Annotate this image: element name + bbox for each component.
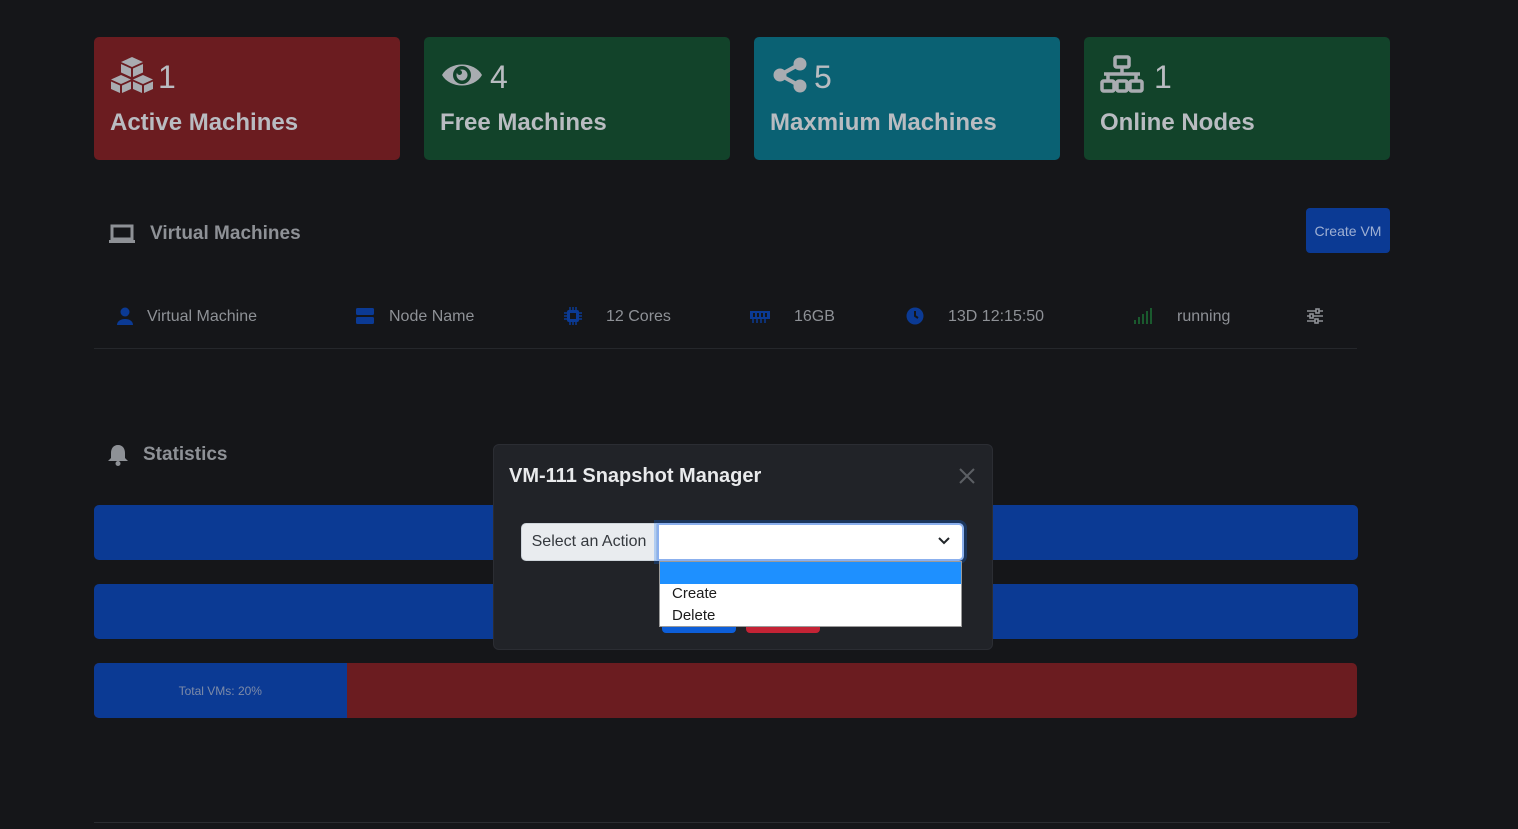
maximum-machines-label: Maxmium Machines <box>770 109 997 136</box>
vm-uptime: 13D 12:15:50 <box>948 308 1045 325</box>
vm-status: running <box>1177 308 1231 325</box>
option-create[interactable]: Create <box>660 583 961 605</box>
modal-title: VM-111 Snapshot Manager <box>509 465 762 487</box>
cpu-icon <box>564 307 582 325</box>
total-vms-progress-fill: Total VMs: 20% <box>94 663 347 718</box>
memory-icon <box>750 311 770 323</box>
vm-cores: 12 Cores <box>606 308 671 325</box>
user-icon <box>117 307 133 325</box>
cubes-icon <box>111 57 153 93</box>
bell-icon <box>108 445 128 466</box>
statistics-title: Statistics <box>143 444 228 465</box>
stat-card-active-machines: 1 Active Machines <box>94 37 400 160</box>
maximum-machines-count: 5 <box>814 59 832 95</box>
stat-card-online-nodes: 1 Online Nodes <box>1084 37 1390 160</box>
action-select-options: Create Delete <box>659 561 962 627</box>
row-divider <box>94 348 1357 349</box>
vm-node-name: Node Name <box>389 308 475 325</box>
total-vms-label: Total VMs: 20% <box>178 683 262 698</box>
create-vm-button[interactable]: Create VM <box>1306 208 1390 253</box>
signal-icon <box>1134 308 1152 324</box>
option-delete[interactable]: Delete <box>660 605 961 627</box>
clock-icon <box>906 307 924 325</box>
free-machines-count: 4 <box>490 59 508 95</box>
action-select[interactable] <box>657 523 964 561</box>
vm-name: Virtual Machine <box>147 308 257 325</box>
server-icon <box>356 308 374 324</box>
total-vms-progress: Total VMs: 20% <box>94 663 1357 718</box>
close-icon[interactable] <box>956 465 978 487</box>
stat-card-maximum-machines: 5 Maxmium Machines <box>754 37 1060 160</box>
network-icon <box>1100 55 1144 93</box>
chevron-down-icon <box>938 537 950 545</box>
active-machines-label: Active Machines <box>110 109 299 136</box>
free-machines-label: Free Machines <box>440 109 607 136</box>
eye-icon <box>442 64 482 86</box>
sliders-icon[interactable] <box>1306 308 1324 324</box>
vm-memory: 16GB <box>794 308 835 325</box>
online-nodes-label: Online Nodes <box>1100 109 1255 136</box>
select-action-label: Select an Action <box>521 523 657 561</box>
laptop-icon <box>109 224 135 243</box>
option-empty[interactable] <box>660 562 961 584</box>
active-machines-count: 1 <box>158 59 176 95</box>
footer-divider <box>94 822 1390 823</box>
stat-card-free-machines: 4 Free Machines <box>424 37 730 160</box>
share-icon <box>773 57 807 93</box>
online-nodes-count: 1 <box>1154 59 1172 95</box>
virtual-machines-title: Virtual Machines <box>150 223 301 244</box>
